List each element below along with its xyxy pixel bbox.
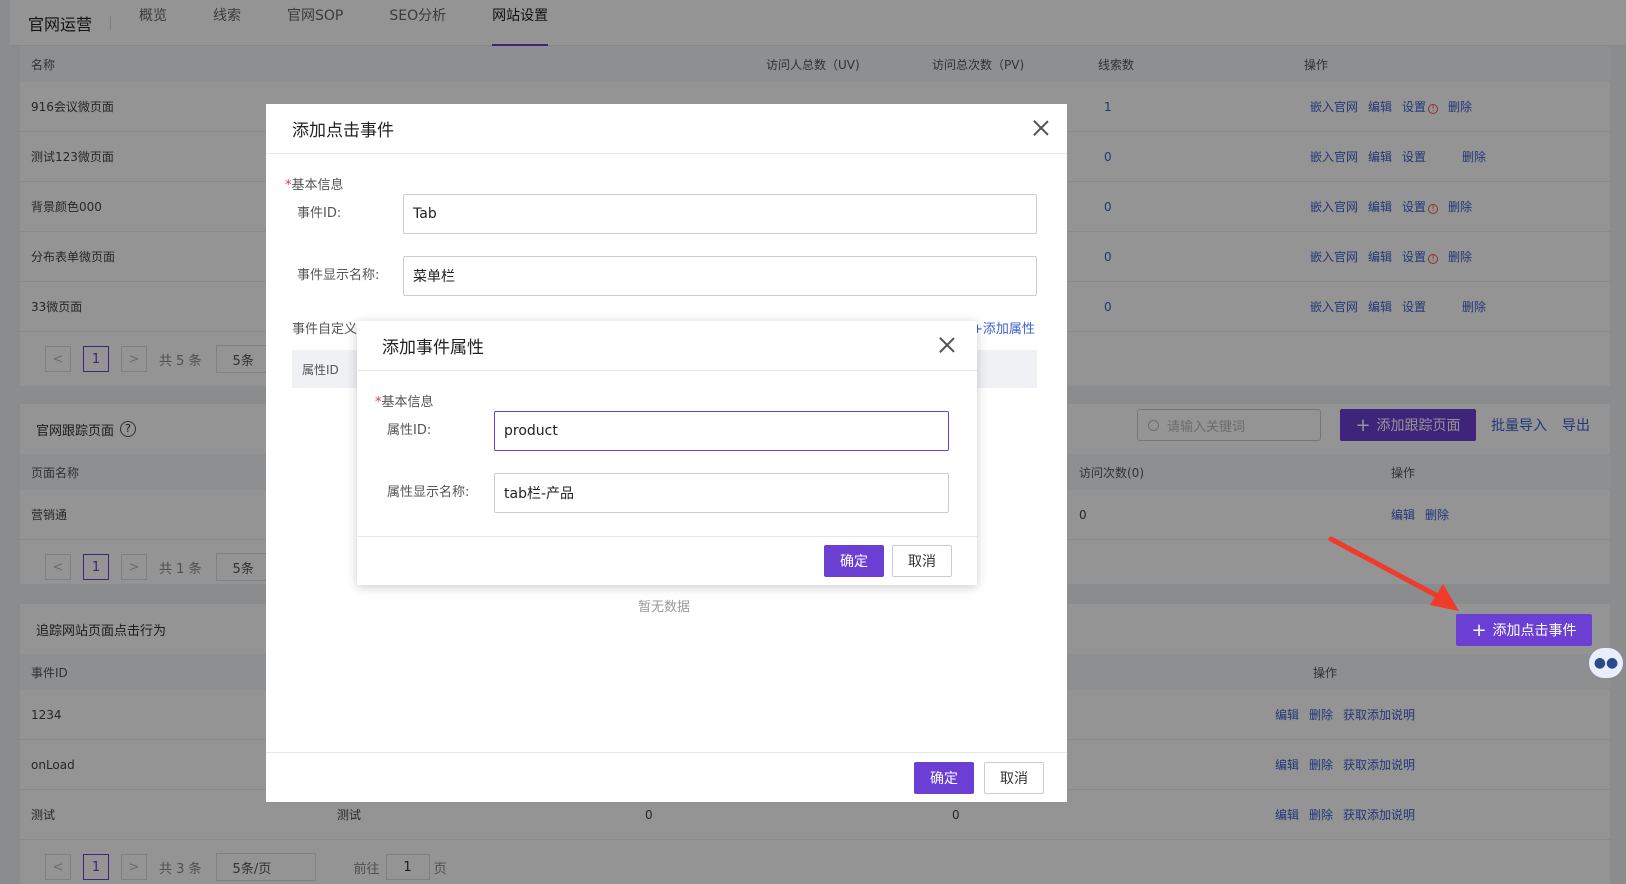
cancel-button[interactable]: 取消	[984, 762, 1044, 794]
divider	[357, 536, 977, 537]
cancel-button[interactable]: 取消	[892, 545, 952, 577]
add-event-attribute-dialog: 添加事件属性 *基本信息 属性ID: product 属性显示名称: tab栏-…	[357, 321, 977, 585]
event-id-label: 事件ID:	[297, 206, 342, 221]
section-label: *基本信息	[375, 395, 434, 410]
confirm-button[interactable]: 确定	[824, 545, 884, 577]
custom-attrs-label: 事件自定义	[292, 322, 358, 337]
dialog-title: 添加事件属性	[382, 338, 484, 358]
close-icon[interactable]	[1031, 118, 1051, 138]
attr-name-label: 属性显示名称:	[387, 485, 470, 500]
assistant-robot-icon[interactable]: ●●	[1589, 648, 1623, 678]
plus-icon: +	[1471, 619, 1487, 641]
attr-id-input[interactable]: product	[494, 411, 949, 451]
confirm-button[interactable]: 确定	[914, 762, 974, 794]
add-click-event-button[interactable]: + 添加点击事件	[1456, 614, 1592, 646]
dialog-title: 添加点击事件	[292, 121, 394, 141]
section-label: *基本信息	[285, 178, 344, 193]
annotation-arrow-icon	[1328, 536, 1459, 611]
add-attribute-link[interactable]: +添加属性	[972, 318, 1035, 337]
event-name-label: 事件显示名称:	[297, 268, 380, 283]
empty-state: 暂无数据	[638, 600, 691, 615]
dialog-header: 添加事件属性	[357, 321, 977, 371]
attr-id-label: 属性ID:	[387, 423, 432, 438]
event-name-input[interactable]: 菜单栏	[403, 256, 1037, 296]
event-id-input[interactable]: Tab	[403, 194, 1037, 234]
column-header: 属性ID	[302, 362, 339, 377]
dialog-header: 添加点击事件	[266, 104, 1067, 154]
dialog-footer: 确定 取消	[266, 752, 1067, 802]
button-label: 添加点击事件	[1492, 623, 1577, 639]
close-icon[interactable]	[937, 335, 957, 355]
attr-name-input[interactable]: tab栏-产品	[494, 473, 949, 513]
